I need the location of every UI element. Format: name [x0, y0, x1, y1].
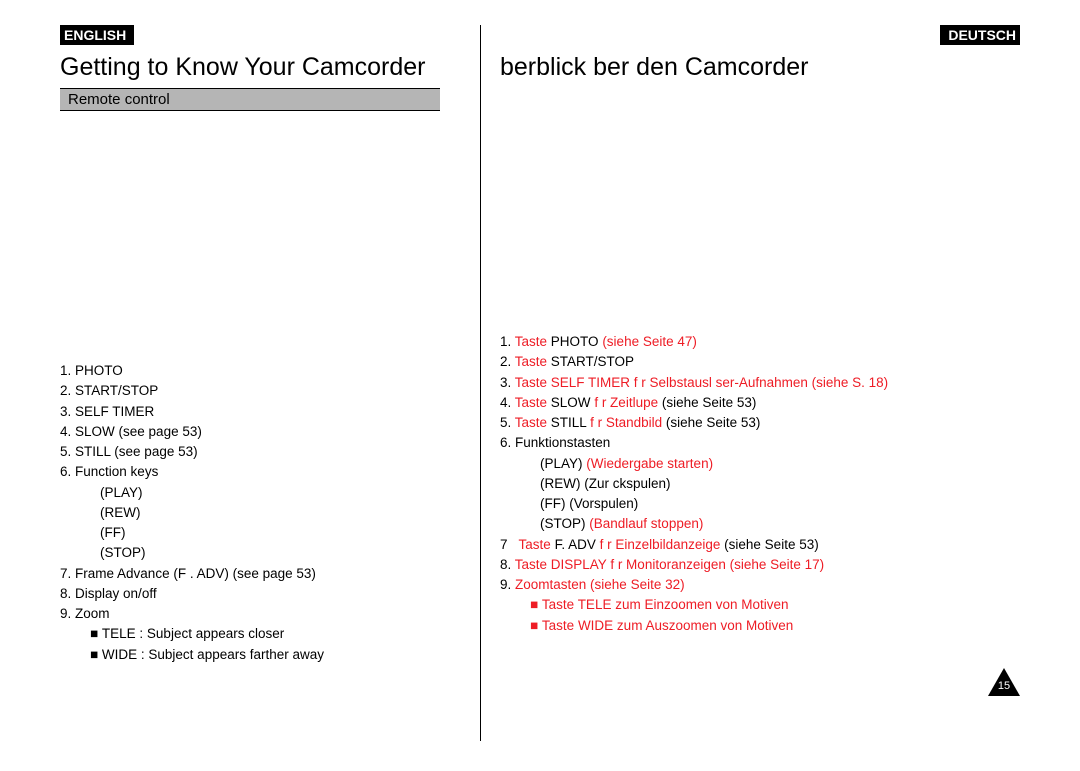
list-item: 8. Taste DISPLAY f r Monitoranzeigen (si… [500, 555, 1020, 575]
heading-deutsch: berblick ber den Camcorder [500, 53, 1020, 82]
list-item: 4. SLOW (see page 53) [60, 422, 440, 442]
list-item: 8. Display on/off [60, 584, 440, 604]
list-item: 9. Zoomtasten (siehe Seite 32) [500, 575, 1020, 595]
column-english: ENGLISH Getting to Know Your Camcorder R… [60, 25, 470, 751]
page-number: 15 [988, 680, 1020, 692]
language-badge-deutsch: DEUTSCH [940, 25, 1020, 45]
list-item: 7 Taste F. ADV f r Einzelbildanzeige (si… [500, 535, 1020, 555]
list-item: 4. Taste SLOW f r Zeitlupe (siehe Seite … [500, 393, 1020, 413]
list-item: 7. Frame Advance (F . ADV) (see page 53) [60, 564, 440, 584]
square-bullet-icon: ■ [530, 618, 542, 633]
column-divider [480, 25, 481, 741]
subheading-remote-control: Remote control [60, 88, 440, 111]
list-item: 6. Function keys [60, 462, 440, 482]
zoom-bullet: ■ WIDE : Subject appears farther away [60, 645, 440, 665]
function-key: (PLAY) [60, 483, 440, 503]
function-key: (STOP) (Bandlauf stoppen) [500, 514, 1020, 534]
heading-english: Getting to Know Your Camcorder [60, 53, 440, 82]
zoom-bullet: ■ Taste TELE zum Einzoomen von Motiven [500, 595, 1020, 615]
list-item: 3. SELF TIMER [60, 402, 440, 422]
square-bullet-icon: ■ [90, 626, 102, 641]
list-item: 2. Taste START/STOP [500, 352, 1020, 372]
list-item: 2. START/STOP [60, 381, 440, 401]
manual-page: ENGLISH Getting to Know Your Camcorder R… [0, 0, 1080, 771]
language-badge-english: ENGLISH [60, 25, 134, 45]
zoom-bullet: ■ TELE : Subject appears closer [60, 624, 440, 644]
function-key: (REW) [60, 503, 440, 523]
square-bullet-icon: ■ [530, 597, 542, 612]
list-item: 5. Taste STILL f r Standbild (siehe Seit… [500, 413, 1020, 433]
list-item: 6. Funktionstasten [500, 433, 1020, 453]
list-deutsch: 1. Taste PHOTO (siehe Seite 47) 2. Taste… [500, 332, 1020, 636]
list-item: 9. Zoom [60, 604, 440, 624]
function-key: (FF) [60, 523, 440, 543]
list-english: 1. PHOTO 2. START/STOP 3. SELF TIMER 4. … [60, 361, 440, 665]
function-key: (PLAY) (Wiedergabe starten) [500, 454, 1020, 474]
column-deutsch: DEUTSCH berblick ber den Camcorder 1. Ta… [470, 25, 1020, 751]
function-key: (STOP) [60, 543, 440, 563]
zoom-bullet: ■ Taste WIDE zum Auszoomen von Motiven [500, 616, 1020, 636]
function-key: (REW) (Zur ckspulen) [500, 474, 1020, 494]
list-item: 1. Taste PHOTO (siehe Seite 47) [500, 332, 1020, 352]
list-item: 3. Taste SELF TIMER f r Selbstausl ser-A… [500, 373, 1020, 393]
list-item: 1. PHOTO [60, 361, 440, 381]
square-bullet-icon: ■ [90, 647, 102, 662]
list-item: 5. STILL (see page 53) [60, 442, 440, 462]
function-key: (FF) (Vorspulen) [500, 494, 1020, 514]
